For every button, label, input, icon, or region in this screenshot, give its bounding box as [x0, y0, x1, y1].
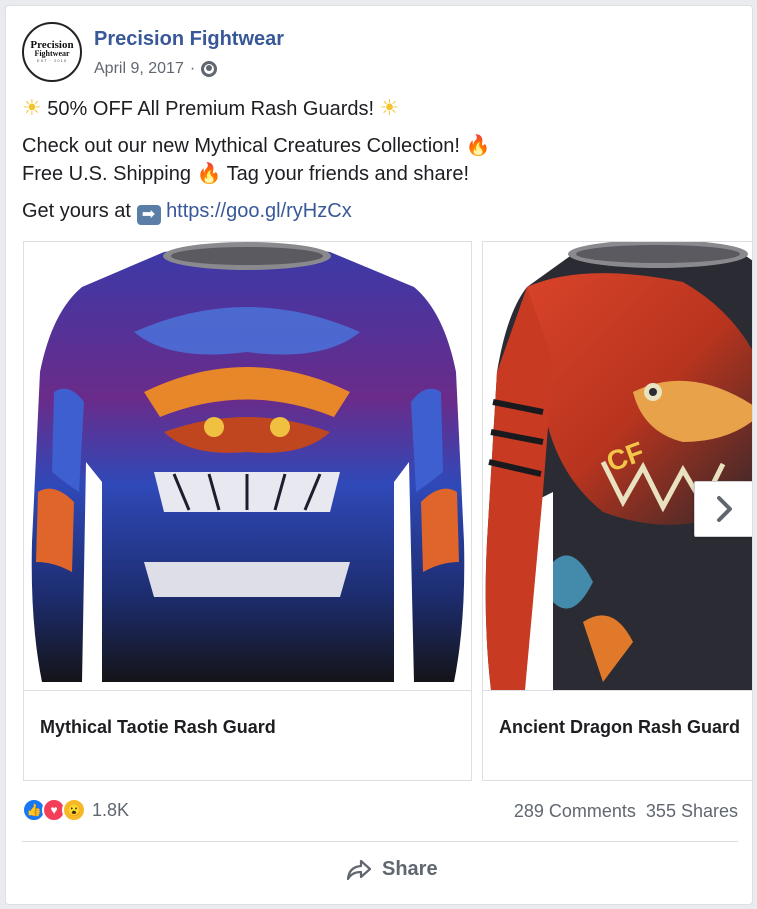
collection-text: Check out our new Mythical Creatures Col… — [22, 135, 460, 157]
shares-count[interactable]: 355 Shares — [646, 801, 738, 821]
chevron-right-icon — [716, 496, 732, 522]
shop-link[interactable]: https://goo.gl/ryHzCx — [166, 200, 352, 222]
dragon-rash-guard-image[interactable]: CF — [483, 242, 752, 690]
sun-icon: ☀ — [379, 95, 400, 120]
share-label: Share — [382, 858, 438, 880]
avatar-text-2: Fightwear — [34, 49, 70, 58]
post-card: Precision Fightwear EST · 2015 Precision… — [5, 5, 753, 905]
page-avatar[interactable]: Precision Fightwear EST · 2015 — [22, 22, 82, 82]
meta-separator: · — [189, 60, 196, 77]
shipping-line: Free U.S. Shipping 🔥 Tag your friends an… — [22, 160, 469, 188]
arrow-right-icon: ➡ — [136, 205, 161, 225]
post-header: Precision Fightwear EST · 2015 Precision… — [22, 22, 722, 82]
fire-icon: 🔥 — [465, 135, 491, 157]
carousel-item-taotie[interactable]: Mythical Taotie Rash Guard — [23, 241, 472, 781]
get-yours-text: Get yours at — [22, 200, 131, 222]
engagement-bar: 👍 ♥ 😮 1.8K 289 Comments 355 Shares — [22, 796, 738, 826]
globe-icon[interactable] — [201, 61, 218, 77]
carousel-next-button[interactable] — [694, 481, 752, 537]
taotie-rash-guard-image[interactable] — [24, 242, 471, 690]
page-name-link[interactable]: Precision Fightwear — [94, 28, 284, 51]
post-meta: April 9, 2017 · — [94, 60, 218, 78]
tag-text: Tag your friends and share! — [226, 163, 470, 185]
reactions-summary[interactable]: 👍 ♥ 😮 1.8K — [22, 798, 129, 822]
comment-share-counts: 289 Comments 355 Shares — [514, 801, 738, 822]
avatar-text-3: EST · 2015 — [36, 58, 68, 63]
reaction-count[interactable]: 1.8K — [92, 800, 129, 821]
comments-count[interactable]: 289 Comments — [514, 801, 636, 821]
shipping-text: Free U.S. Shipping — [22, 163, 191, 185]
wow-reaction-icon: 😮 — [62, 798, 86, 822]
carousel-item-title[interactable]: Mythical Taotie Rash Guard — [24, 690, 471, 780]
carousel-item-title[interactable]: Ancient Dragon Rash Guard — [483, 690, 752, 780]
promo-text: 50% OFF All Premium Rash Guards! — [47, 98, 375, 120]
link-line: Get yours at ➡ https://goo.gl/ryHzCx — [22, 197, 352, 225]
sun-icon: ☀ — [22, 95, 42, 120]
share-arrow-icon — [346, 859, 372, 880]
action-divider — [22, 841, 738, 842]
share-button[interactable]: Share — [346, 858, 438, 881]
collection-line: Check out our new Mythical Creatures Col… — [22, 132, 490, 160]
post-date[interactable]: April 9, 2017 — [94, 60, 184, 78]
promo-line: ☀ 50% OFF All Premium Rash Guards! ☀ — [22, 94, 399, 123]
product-carousel: Mythical Taotie Rash Guard CF Ancient Dr… — [23, 241, 752, 782]
fire-icon: 🔥 — [196, 163, 222, 185]
